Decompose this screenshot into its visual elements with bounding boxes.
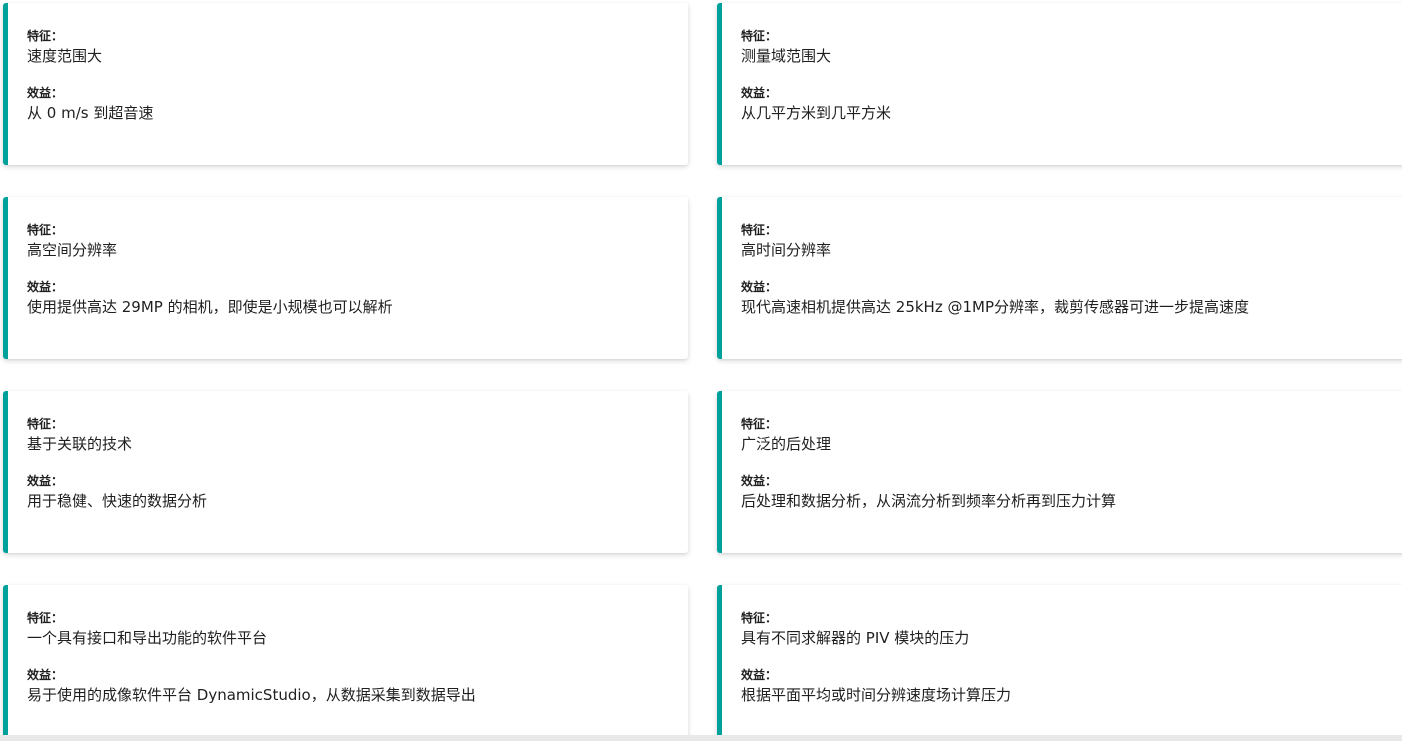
benefit-text: 根据平面平均或时间分辨速度场计算压力 (741, 686, 1012, 704)
feature-text: 一个具有接口和导出功能的软件平台 (27, 629, 268, 647)
benefit-text: 从几平方米到几平方米 (741, 104, 892, 122)
feature-label: 特征： (27, 223, 64, 237)
feature-card: 特征： 一个具有接口和导出功能的软件平台 效益： 易于使用的成像软件平台 Dyn… (3, 585, 688, 741)
feature-text: 高时间分辨率 (741, 241, 832, 259)
benefit-label: 效益： (741, 668, 778, 682)
benefit-label: 效益： (27, 474, 64, 488)
benefit-text: 易于使用的成像软件平台 DynamicStudio，从数据采集到数据导出 (27, 686, 476, 704)
feature-label: 特征： (27, 611, 64, 625)
benefit-label: 效益： (27, 668, 64, 682)
feature-card: 特征： 高时间分辨率 效益： 现代高速相机提供高达 25kHz @1MP分辨率，… (717, 197, 1402, 359)
feature-label: 特征： (27, 29, 64, 43)
benefit-text: 从 0 m/s 到超音速 (27, 104, 154, 122)
feature-card: 特征： 测量域范围大 效益： 从几平方米到几平方米 (717, 3, 1402, 165)
feature-text: 测量域范围大 (741, 47, 832, 65)
feature-text: 基于关联的技术 (27, 435, 133, 453)
feature-text: 广泛的后处理 (741, 435, 832, 453)
benefit-text: 使用提供高达 29MP 的相机，即使是小规模也可以解析 (27, 298, 393, 316)
feature-card: 特征： 高空间分辨率 效益： 使用提供高达 29MP 的相机，即使是小规模也可以… (3, 197, 688, 359)
benefit-text: 后处理和数据分析，从涡流分析到频率分析再到压力计算 (741, 492, 1117, 510)
benefit-label: 效益： (741, 280, 778, 294)
benefit-label: 效益： (741, 86, 778, 100)
feature-text: 高空间分辨率 (27, 241, 118, 259)
benefit-label: 效益： (741, 474, 778, 488)
horizontal-scrollbar[interactable] (0, 735, 1402, 741)
feature-card: 特征： 速度范围大 效益： 从 0 m/s 到超音速 (3, 3, 688, 165)
feature-card: 特征： 广泛的后处理 效益： 后处理和数据分析，从涡流分析到频率分析再到压力计算 (717, 391, 1402, 553)
feature-label: 特征： (741, 417, 778, 431)
feature-text: 速度范围大 (27, 47, 103, 65)
feature-card: 特征： 具有不同求解器的 PIV 模块的压力 效益： 根据平面平均或时间分辨速度… (717, 585, 1402, 741)
feature-label: 特征： (741, 29, 778, 43)
feature-text: 具有不同求解器的 PIV 模块的压力 (741, 629, 970, 647)
benefit-text: 现代高速相机提供高达 25kHz @1MP分辨率，裁剪传感器可进一步提高速度 (741, 298, 1249, 316)
feature-card: 特征： 基于关联的技术 效益： 用于稳健、快速的数据分析 (3, 391, 688, 553)
feature-label: 特征： (741, 223, 778, 237)
feature-label: 特征： (27, 417, 64, 431)
feature-grid: 特征： 速度范围大 效益： 从 0 m/s 到超音速 特征： 测量域范围大 效益… (0, 0, 1402, 741)
benefit-label: 效益： (27, 280, 64, 294)
benefit-label: 效益： (27, 86, 64, 100)
benefit-text: 用于稳健、快速的数据分析 (27, 492, 208, 510)
feature-label: 特征： (741, 611, 778, 625)
